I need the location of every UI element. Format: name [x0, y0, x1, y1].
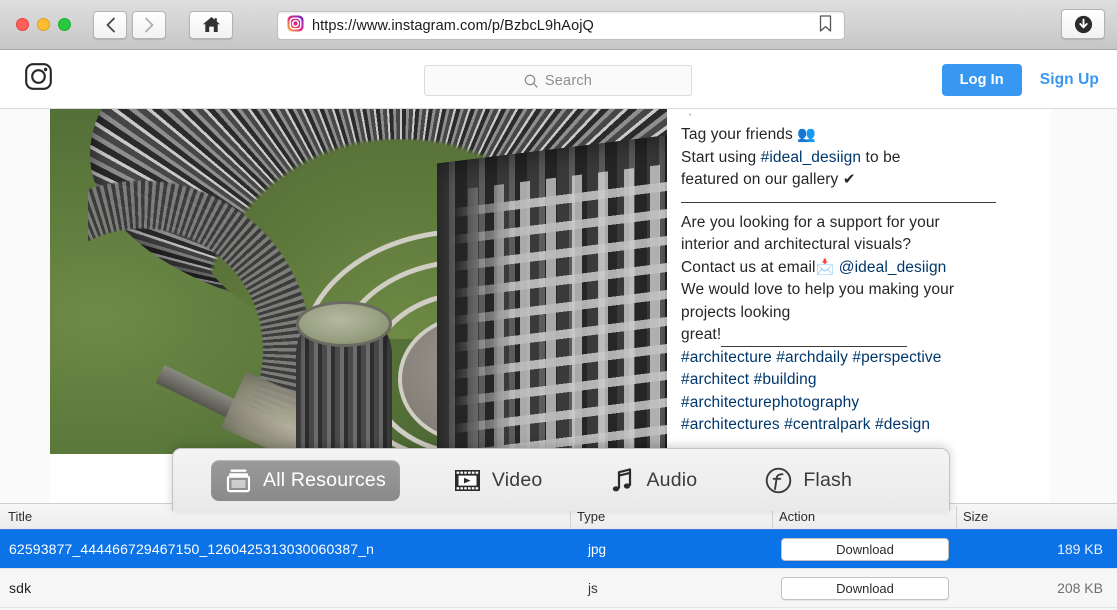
back-button[interactable]: [93, 10, 127, 39]
log-in-button[interactable]: Log In: [941, 63, 1022, 96]
photo-right-windows: [452, 164, 667, 454]
video-icon: [454, 469, 480, 491]
row-action-cell: Download: [781, 576, 949, 600]
row-size: 189 KB: [1057, 541, 1103, 557]
table-row[interactable]: 62593877_444466729467150_126042531303006…: [0, 530, 1117, 569]
forward-button[interactable]: [132, 10, 166, 39]
caption-truncation-marker: ': [689, 112, 692, 124]
envelope-emoji-icon: 📩: [815, 258, 835, 276]
close-window-button[interactable]: [16, 18, 29, 31]
home-icon: [202, 17, 220, 32]
sign-up-link[interactable]: Sign Up: [1040, 71, 1099, 89]
browser-toolbar: https://www.instagram.com/p/BzbcL9hAojQ: [0, 0, 1117, 50]
caption-divider: [681, 201, 996, 203]
check-mark-emoji-icon: ✔: [842, 171, 856, 188]
column-header-size[interactable]: Size: [963, 509, 988, 524]
caption-hashtags-line-2[interactable]: #architect #building: [681, 369, 1050, 392]
row-size: 208 KB: [1057, 580, 1103, 596]
home-button[interactable]: [189, 10, 233, 39]
audio-icon: [613, 467, 632, 491]
row-type: jpg: [588, 541, 607, 557]
url-text: https://www.instagram.com/p/BzbcL9hAojQ: [312, 17, 594, 34]
row-title: sdk: [9, 580, 32, 596]
filter-flash-label: Flash: [803, 468, 852, 491]
caption-line-3: featured on our gallery ✔: [681, 169, 1050, 192]
download-circle-icon: [1074, 15, 1092, 33]
caption-line-1-text: Tag your friends: [681, 126, 793, 143]
filter-all-resources[interactable]: All Resources: [211, 459, 400, 501]
column-header-action[interactable]: Action: [779, 509, 815, 524]
flash-icon: [766, 467, 792, 493]
caption-line-7: We would love to help you making your: [681, 281, 955, 298]
caption-line-1: Tag your friends 👥: [681, 124, 1050, 147]
caption-line-4: Are you looking for a support for your: [681, 213, 940, 231]
navigation-buttons: [93, 10, 233, 39]
download-button[interactable]: Download: [781, 537, 949, 561]
caption-line-6: Contact us at email📩 @ideal_desiign: [681, 257, 1050, 280]
chevron-right-icon: [144, 17, 153, 32]
caption-line-9: great!: [681, 324, 1050, 347]
caption-hashtags-line-3[interactable]: #architecturephotography: [681, 392, 1050, 415]
downloads-button[interactable]: [1061, 9, 1105, 39]
resource-filter-toolbar: All Resources Video Audio Flash: [172, 448, 950, 511]
post-photo[interactable]: [50, 109, 667, 454]
filter-audio-label: Audio: [646, 468, 698, 491]
caption-line-9-text: great!: [681, 326, 722, 343]
instagram-logo-icon[interactable]: [24, 62, 53, 96]
caption-line-2: Start using #ideal_desiign to be: [681, 147, 1050, 170]
download-button[interactable]: Download: [781, 576, 949, 600]
caption-line-8: projects looking: [681, 303, 791, 321]
mention-ideal-desiign[interactable]: @ideal_desiign: [839, 259, 947, 276]
column-divider-3[interactable]: [956, 506, 957, 528]
filter-all-resources-label: All Resources: [263, 468, 386, 491]
instagram-favicon-icon: [287, 15, 304, 37]
photo-tower-roof: [296, 301, 392, 347]
caption-hashtags-line-4[interactable]: #architectures #centralpark #design: [681, 414, 1050, 437]
caption-line-5: interior and architectural visuals?: [681, 236, 912, 253]
window-controls: [16, 18, 71, 31]
two-people-emoji-icon: 👥: [797, 126, 817, 143]
minimize-window-button[interactable]: [37, 18, 50, 31]
caption-line-2-prefix: Start using: [681, 148, 761, 166]
header-actions: Log In Sign Up: [941, 50, 1099, 109]
caption-hashtags-line-1[interactable]: #architecture #archdaily #perspective: [681, 347, 1050, 370]
caption-line-3-text: featured on our gallery: [681, 171, 839, 188]
maximize-window-button[interactable]: [58, 18, 71, 31]
chevron-left-icon: [106, 17, 115, 32]
resource-table: Title Type Action Size 62593877_44446672…: [0, 503, 1117, 610]
caption-underline-rule: [721, 333, 908, 347]
filter-video[interactable]: Video: [440, 461, 557, 500]
filter-flash[interactable]: Flash: [751, 460, 866, 501]
instagram-header: Search Log In Sign Up: [0, 50, 1117, 109]
caption-line-6-prefix: Contact us at email: [681, 258, 816, 276]
address-bar[interactable]: https://www.instagram.com/p/BzbcL9hAojQ: [277, 11, 845, 40]
column-header-type[interactable]: Type: [577, 509, 605, 524]
filter-video-label: Video: [491, 468, 543, 491]
row-type: js: [588, 580, 598, 596]
row-title: 62593877_444466729467150_126042531303006…: [9, 541, 375, 557]
hashtag-ideal-desiign[interactable]: #ideal_desiign: [761, 149, 862, 166]
search-icon: [524, 74, 538, 88]
search-placeholder: Search: [544, 72, 593, 89]
caption-line-2-suffix: to be: [861, 148, 901, 166]
search-input[interactable]: Search: [424, 65, 692, 96]
column-header-title[interactable]: Title: [8, 509, 32, 524]
all-resources-icon: [226, 469, 251, 492]
filter-audio[interactable]: Audio: [596, 460, 711, 501]
row-action-cell: Download: [781, 537, 949, 561]
table-row[interactable]: sdk js Download 208 KB: [0, 569, 1117, 608]
bookmark-icon[interactable]: [819, 14, 832, 37]
